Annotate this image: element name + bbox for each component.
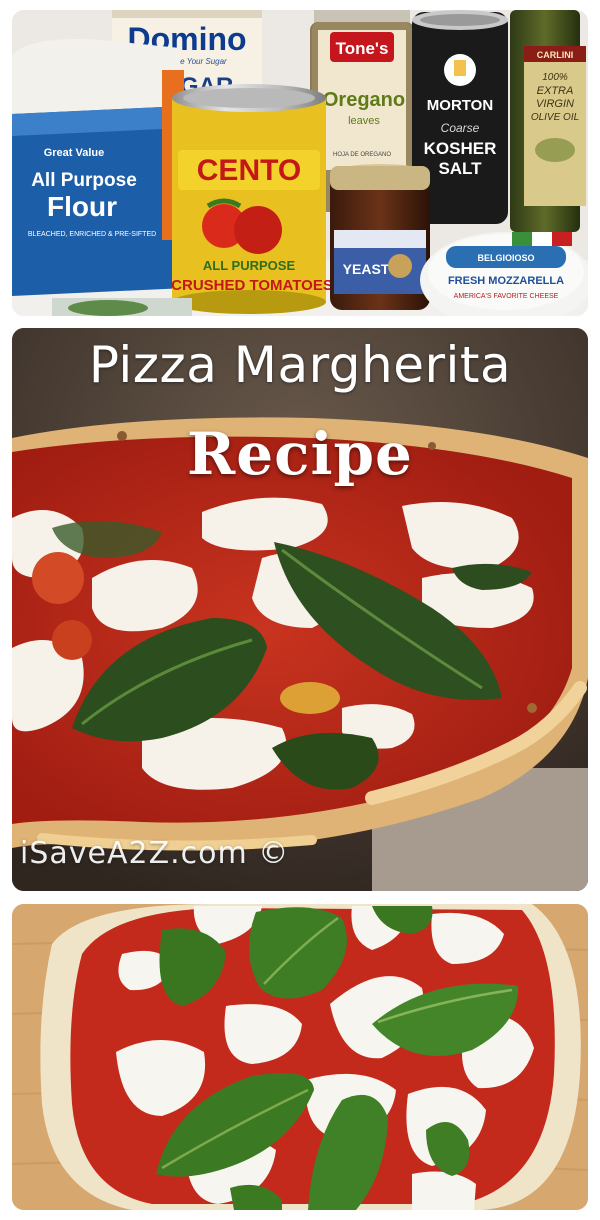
svg-text:YEAST: YEAST: [343, 261, 390, 277]
svg-text:leaves: leaves: [348, 115, 380, 127]
svg-text:VIRGIN: VIRGIN: [536, 98, 574, 110]
svg-text:Coarse: Coarse: [441, 121, 480, 135]
recipe-title-line-2: Recipe: [187, 420, 413, 488]
svg-text:MORTON: MORTON: [427, 97, 493, 114]
assembled-pizza-photo: [12, 904, 588, 1210]
svg-text:SALT: SALT: [438, 159, 482, 178]
svg-text:ALL PURPOSE: ALL PURPOSE: [203, 258, 296, 273]
crushed-tomatoes-can: CENTO ALL PURPOSE CRUSHED TOMATOES: [171, 84, 333, 314]
svg-text:Oregano: Oregano: [323, 89, 405, 111]
flour-bag: Great Value All Purpose Flour BLEACHED, …: [12, 39, 186, 296]
svg-text:Tone's: Tone's: [336, 39, 389, 58]
svg-text:Great Value: Great Value: [44, 147, 105, 159]
yeast-jar: YEAST: [330, 164, 430, 310]
svg-text:CENTO: CENTO: [197, 154, 301, 187]
ingredients-illustration: Domino Always Be Your Sugar SUGAR Tone's…: [12, 10, 588, 316]
svg-text:Flour: Flour: [47, 191, 117, 222]
svg-text:AMERICA'S FAVORITE CHEESE: AMERICA'S FAVORITE CHEESE: [454, 293, 559, 300]
svg-text:BELGIOIOSO: BELGIOIOSO: [477, 253, 534, 263]
svg-text:FRESH MOZZARELLA: FRESH MOZZARELLA: [448, 275, 564, 287]
recipe-title-line-1: Pizza Margherita: [88, 336, 512, 394]
svg-text:CRUSHED TOMATOES: CRUSHED TOMATOES: [171, 277, 333, 294]
svg-text:All Purpose: All Purpose: [31, 170, 137, 191]
svg-text:BLEACHED, ENRICHED & PRE-SIFTE: BLEACHED, ENRICHED & PRE-SIFTED: [28, 231, 156, 238]
svg-text:OLIVE OIL: OLIVE OIL: [531, 112, 579, 123]
ingredients-photo: Domino Always Be Your Sugar SUGAR Tone's…: [12, 10, 588, 316]
svg-text:KOSHER: KOSHER: [424, 139, 497, 158]
site-watermark: iSaveA2Z.com ©: [20, 836, 290, 871]
svg-text:CARLINI: CARLINI: [537, 50, 574, 60]
baked-pizza-photo: Pizza Margherita Recipe iSaveA2Z.com ©: [12, 328, 588, 891]
baked-pizza-illustration: [12, 328, 588, 891]
svg-text:HOJA DE OREGANO: HOJA DE OREGANO: [333, 152, 391, 158]
olive-oil-bottle: CARLINI 100% EXTRA VIRGIN OLIVE OIL: [510, 10, 586, 232]
svg-text:100%: 100%: [542, 72, 568, 83]
svg-text:EXTRA: EXTRA: [537, 85, 574, 97]
assembled-pizza-illustration: [12, 904, 588, 1210]
